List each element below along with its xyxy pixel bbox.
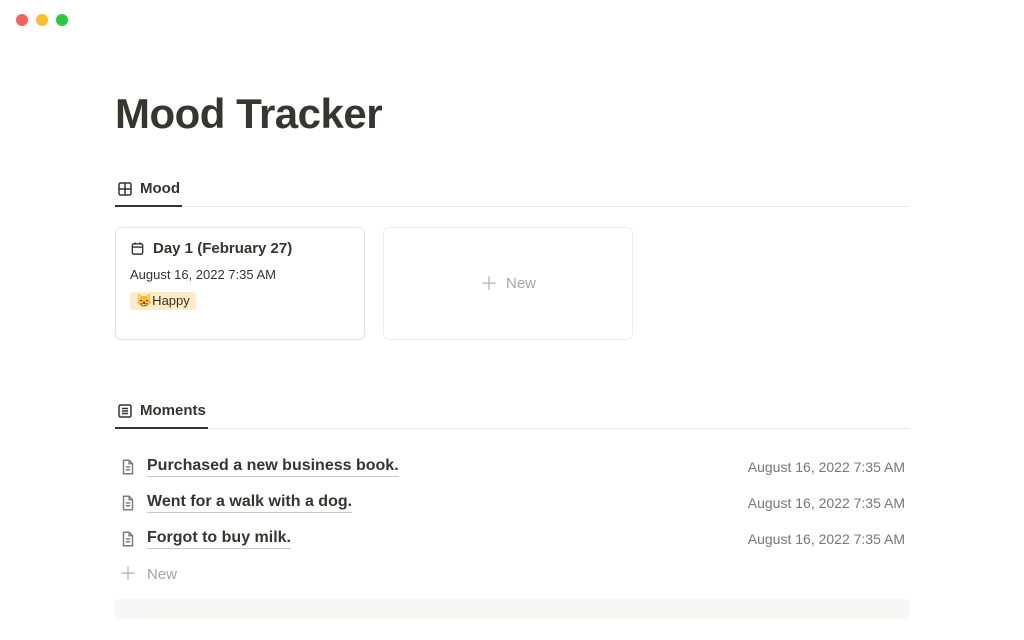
mood-card[interactable]: Day 1 (February 27) August 16, 2022 7:35… — [115, 227, 365, 340]
moment-timestamp: August 16, 2022 7:35 AM — [748, 531, 905, 547]
moment-title[interactable]: Forgot to buy milk. — [147, 529, 291, 549]
page-title: Mood Tracker — [115, 90, 909, 138]
plus-icon: ＋ — [480, 275, 498, 293]
divider — [115, 206, 909, 207]
mood-card-title: Day 1 (February 27) — [153, 240, 292, 257]
page-icon — [119, 494, 137, 512]
list-item[interactable]: Forgot to buy milk. August 16, 2022 7:35… — [115, 521, 909, 557]
list-item[interactable]: Went for a walk with a dog. August 16, 2… — [115, 485, 909, 521]
mood-tag: 😸Happy — [130, 292, 196, 310]
list-item[interactable]: Purchased a new business book. August 16… — [115, 449, 909, 485]
moment-timestamp: August 16, 2022 7:35 AM — [748, 459, 905, 475]
new-moment-label: New — [147, 566, 177, 583]
divider — [115, 428, 909, 429]
page-icon — [119, 458, 137, 476]
calendar-icon — [130, 241, 145, 256]
new-mood-card-button[interactable]: ＋ New — [383, 227, 633, 340]
window-controls — [0, 0, 1024, 40]
footer-placeholder — [115, 599, 909, 619]
list-view-icon — [117, 403, 133, 419]
tab-mood-label: Mood — [140, 180, 180, 197]
moment-title[interactable]: Went for a walk with a dog. — [147, 493, 352, 513]
plus-icon: ＋ — [119, 565, 137, 583]
tab-moments-label: Moments — [140, 402, 206, 419]
window-close-button[interactable] — [16, 14, 28, 26]
window-minimize-button[interactable] — [36, 14, 48, 26]
moment-title[interactable]: Purchased a new business book. — [147, 457, 399, 477]
mood-card-timestamp: August 16, 2022 7:35 AM — [130, 267, 350, 282]
new-mood-label: New — [506, 275, 536, 292]
moments-list: Purchased a new business book. August 16… — [115, 449, 909, 591]
gallery-view-icon — [117, 181, 133, 197]
mood-cards-row: Day 1 (February 27) August 16, 2022 7:35… — [115, 227, 909, 340]
tab-moments[interactable]: Moments — [115, 396, 208, 429]
moment-timestamp: August 16, 2022 7:35 AM — [748, 495, 905, 511]
window-maximize-button[interactable] — [56, 14, 68, 26]
page-icon — [119, 530, 137, 548]
tab-mood[interactable]: Mood — [115, 174, 182, 207]
new-moment-button[interactable]: ＋ New — [115, 557, 909, 591]
